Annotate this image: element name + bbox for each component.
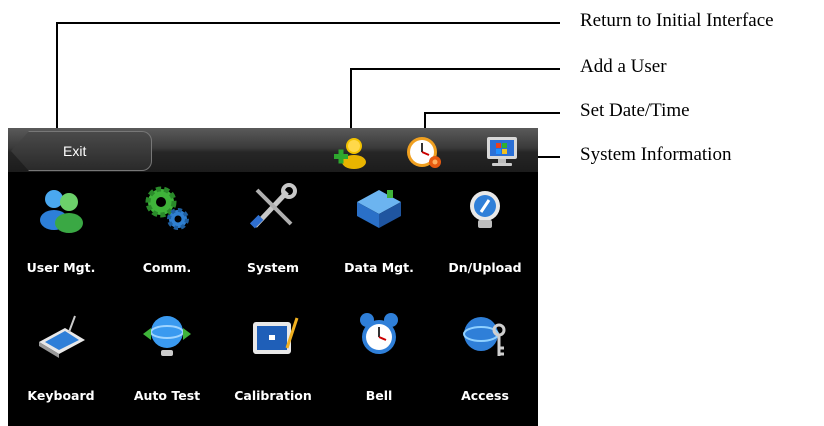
callout-line-adduser-horizontal	[350, 68, 560, 70]
callout-sysinfo-label: System Information	[580, 144, 732, 165]
monitor-icon[interactable]	[482, 132, 522, 170]
callout-line-adduser-vertical	[350, 68, 352, 130]
menu-label: Bell	[365, 388, 393, 403]
menu-label: Calibration	[234, 388, 312, 403]
menu-label: Dn/Upload	[448, 260, 522, 275]
menu-item-access[interactable]: Access	[432, 300, 538, 420]
add-user-icon[interactable]	[330, 132, 370, 170]
menu-item-comm[interactable]: Comm.	[114, 172, 220, 292]
menu-item-user-mgt[interactable]: User Mgt.	[8, 172, 114, 292]
callout-line-return-vertical	[56, 22, 58, 130]
menu-label: Access	[461, 388, 509, 403]
menu-label: Comm.	[142, 260, 192, 275]
menu-item-auto-test[interactable]: Auto Test	[114, 300, 220, 420]
exit-button[interactable]: Exit	[11, 131, 152, 171]
menu-grid: User Mgt. Comm. System Data Mgt. Dn/Uplo…	[8, 172, 538, 426]
menu-item-keyboard[interactable]: Keyboard	[8, 300, 114, 420]
globe-test-icon	[143, 316, 191, 356]
menu-label: System	[246, 260, 300, 275]
callout-adduser-label: Add a User	[580, 56, 667, 77]
menu-item-bell[interactable]: Bell	[326, 300, 432, 420]
menu-item-data-mgt[interactable]: Data Mgt.	[326, 172, 432, 292]
calibration-icon	[253, 317, 299, 354]
callout-line-date-horizontal	[424, 112, 560, 114]
folder-icon	[357, 190, 401, 228]
menu-label: User Mgt.	[26, 260, 96, 275]
callout-line-return-horizontal	[56, 22, 560, 24]
exit-label: Exit	[63, 143, 87, 159]
menu-label: Data Mgt.	[344, 260, 414, 275]
menu-label: Keyboard	[27, 388, 95, 403]
callout-return-label: Return to Initial Interface	[580, 10, 774, 31]
tools-icon	[249, 183, 297, 229]
keyboard-icon	[39, 315, 85, 358]
access-keys-icon	[463, 317, 506, 356]
alarm-bell-icon	[360, 313, 398, 354]
menu-item-dn-upload[interactable]: Dn/Upload	[432, 172, 538, 292]
gears-icon	[145, 186, 189, 230]
menu-label: Auto Test	[133, 388, 201, 403]
callout-date-label: Set Date/Time	[580, 100, 690, 121]
usb-drive-icon	[470, 191, 500, 228]
top-bar: Exit	[8, 128, 538, 172]
menu-item-calibration[interactable]: Calibration	[220, 300, 326, 420]
menu-item-system[interactable]: System	[220, 172, 326, 292]
device-screen: Exit User Mgt. Comm. System Data Mgt. Dn…	[8, 128, 538, 426]
clock-icon[interactable]	[404, 132, 444, 170]
users-icon	[40, 190, 83, 233]
